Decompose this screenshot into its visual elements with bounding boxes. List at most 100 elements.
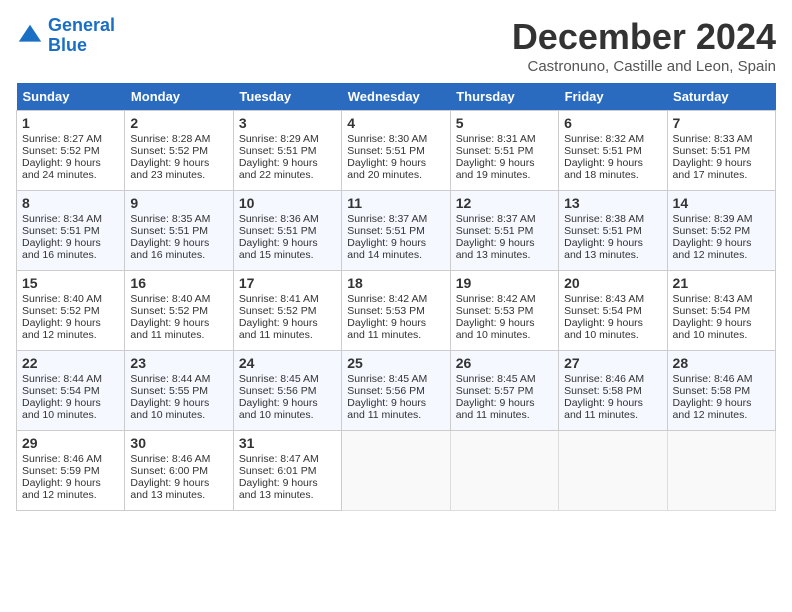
day-number: 4 (347, 115, 444, 131)
sunset-text: Sunset: 5:58 PM (673, 385, 751, 397)
sunrise-text: Sunrise: 8:46 AM (673, 373, 753, 385)
logo-text: General Blue (48, 16, 115, 56)
sunset-text: Sunset: 5:52 PM (673, 225, 751, 237)
sunset-text: Sunset: 5:53 PM (347, 305, 425, 317)
sunset-text: Sunset: 5:55 PM (130, 385, 208, 397)
sunrise-text: Sunrise: 8:38 AM (564, 213, 644, 225)
table-row: 14 Sunrise: 8:39 AM Sunset: 5:52 PM Dayl… (667, 191, 775, 271)
sunset-text: Sunset: 5:56 PM (239, 385, 317, 397)
calendar-table: Sunday Monday Tuesday Wednesday Thursday… (16, 83, 776, 511)
daylight-text: Daylight: 9 hours and 24 minutes. (22, 157, 101, 181)
sunrise-text: Sunrise: 8:37 AM (456, 213, 536, 225)
daylight-text: Daylight: 9 hours and 10 minutes. (456, 317, 535, 341)
table-row: 27 Sunrise: 8:46 AM Sunset: 5:58 PM Dayl… (559, 351, 667, 431)
col-sunday: Sunday (17, 83, 125, 111)
calendar-week-row: 22 Sunrise: 8:44 AM Sunset: 5:54 PM Dayl… (17, 351, 776, 431)
sunrise-text: Sunrise: 8:30 AM (347, 133, 427, 145)
sunrise-text: Sunrise: 8:39 AM (673, 213, 753, 225)
daylight-text: Daylight: 9 hours and 17 minutes. (673, 157, 752, 181)
table-row: 8 Sunrise: 8:34 AM Sunset: 5:51 PM Dayli… (17, 191, 125, 271)
sunrise-text: Sunrise: 8:45 AM (239, 373, 319, 385)
daylight-text: Daylight: 9 hours and 11 minutes. (456, 397, 535, 421)
table-row: 24 Sunrise: 8:45 AM Sunset: 5:56 PM Dayl… (233, 351, 341, 431)
day-number: 15 (22, 275, 119, 291)
sunrise-text: Sunrise: 8:32 AM (564, 133, 644, 145)
table-row: 20 Sunrise: 8:43 AM Sunset: 5:54 PM Dayl… (559, 271, 667, 351)
table-row: 22 Sunrise: 8:44 AM Sunset: 5:54 PM Dayl… (17, 351, 125, 431)
sunrise-text: Sunrise: 8:46 AM (22, 453, 102, 465)
daylight-text: Daylight: 9 hours and 18 minutes. (564, 157, 643, 181)
day-number: 23 (130, 355, 227, 371)
table-row: 11 Sunrise: 8:37 AM Sunset: 5:51 PM Dayl… (342, 191, 450, 271)
sunset-text: Sunset: 5:54 PM (22, 385, 100, 397)
sunrise-text: Sunrise: 8:44 AM (130, 373, 210, 385)
table-row: 31 Sunrise: 8:47 AM Sunset: 6:01 PM Dayl… (233, 431, 341, 511)
day-number: 30 (130, 435, 227, 451)
day-number: 6 (564, 115, 661, 131)
table-row: 30 Sunrise: 8:46 AM Sunset: 6:00 PM Dayl… (125, 431, 233, 511)
table-row: 9 Sunrise: 8:35 AM Sunset: 5:51 PM Dayli… (125, 191, 233, 271)
daylight-text: Daylight: 9 hours and 10 minutes. (239, 397, 318, 421)
sunrise-text: Sunrise: 8:29 AM (239, 133, 319, 145)
day-number: 25 (347, 355, 444, 371)
sunset-text: Sunset: 5:51 PM (564, 225, 642, 237)
table-row: 29 Sunrise: 8:46 AM Sunset: 5:59 PM Dayl… (17, 431, 125, 511)
sunset-text: Sunset: 5:51 PM (347, 145, 425, 157)
day-number: 11 (347, 195, 444, 211)
day-number: 20 (564, 275, 661, 291)
sunset-text: Sunset: 5:51 PM (564, 145, 642, 157)
col-tuesday: Tuesday (233, 83, 341, 111)
sunset-text: Sunset: 5:53 PM (456, 305, 534, 317)
sunset-text: Sunset: 5:54 PM (564, 305, 642, 317)
sunrise-text: Sunrise: 8:35 AM (130, 213, 210, 225)
table-row: 13 Sunrise: 8:38 AM Sunset: 5:51 PM Dayl… (559, 191, 667, 271)
sunrise-text: Sunrise: 8:37 AM (347, 213, 427, 225)
table-row (559, 431, 667, 511)
page-header: General Blue December 2024 Castronuno, C… (16, 16, 776, 75)
sunrise-text: Sunrise: 8:40 AM (22, 293, 102, 305)
daylight-text: Daylight: 9 hours and 10 minutes. (564, 317, 643, 341)
daylight-text: Daylight: 9 hours and 15 minutes. (239, 237, 318, 261)
daylight-text: Daylight: 9 hours and 11 minutes. (347, 317, 426, 341)
daylight-text: Daylight: 9 hours and 12 minutes. (673, 397, 752, 421)
calendar-week-row: 8 Sunrise: 8:34 AM Sunset: 5:51 PM Dayli… (17, 191, 776, 271)
sunrise-text: Sunrise: 8:46 AM (130, 453, 210, 465)
col-saturday: Saturday (667, 83, 775, 111)
daylight-text: Daylight: 9 hours and 10 minutes. (22, 397, 101, 421)
daylight-text: Daylight: 9 hours and 16 minutes. (22, 237, 101, 261)
table-row: 6 Sunrise: 8:32 AM Sunset: 5:51 PM Dayli… (559, 111, 667, 191)
sunset-text: Sunset: 5:51 PM (130, 225, 208, 237)
sunset-text: Sunset: 5:54 PM (673, 305, 751, 317)
sunset-text: Sunset: 5:51 PM (22, 225, 100, 237)
sunrise-text: Sunrise: 8:45 AM (347, 373, 427, 385)
day-number: 13 (564, 195, 661, 211)
daylight-text: Daylight: 9 hours and 13 minutes. (239, 477, 318, 501)
day-number: 17 (239, 275, 336, 291)
logo-icon (16, 22, 44, 50)
day-number: 7 (673, 115, 770, 131)
sunset-text: Sunset: 5:57 PM (456, 385, 534, 397)
daylight-text: Daylight: 9 hours and 16 minutes. (130, 237, 209, 261)
sunset-text: Sunset: 5:52 PM (130, 145, 208, 157)
col-thursday: Thursday (450, 83, 558, 111)
day-number: 24 (239, 355, 336, 371)
table-row: 2 Sunrise: 8:28 AM Sunset: 5:52 PM Dayli… (125, 111, 233, 191)
day-number: 5 (456, 115, 553, 131)
table-row: 7 Sunrise: 8:33 AM Sunset: 5:51 PM Dayli… (667, 111, 775, 191)
daylight-text: Daylight: 9 hours and 19 minutes. (456, 157, 535, 181)
day-number: 10 (239, 195, 336, 211)
day-number: 14 (673, 195, 770, 211)
day-number: 29 (22, 435, 119, 451)
day-number: 26 (456, 355, 553, 371)
sunset-text: Sunset: 5:52 PM (22, 305, 100, 317)
sunset-text: Sunset: 5:51 PM (673, 145, 751, 157)
day-number: 31 (239, 435, 336, 451)
table-row: 15 Sunrise: 8:40 AM Sunset: 5:52 PM Dayl… (17, 271, 125, 351)
sunrise-text: Sunrise: 8:42 AM (456, 293, 536, 305)
sunrise-text: Sunrise: 8:47 AM (239, 453, 319, 465)
daylight-text: Daylight: 9 hours and 10 minutes. (673, 317, 752, 341)
day-number: 12 (456, 195, 553, 211)
col-friday: Friday (559, 83, 667, 111)
sunset-text: Sunset: 5:52 PM (130, 305, 208, 317)
daylight-text: Daylight: 9 hours and 23 minutes. (130, 157, 209, 181)
